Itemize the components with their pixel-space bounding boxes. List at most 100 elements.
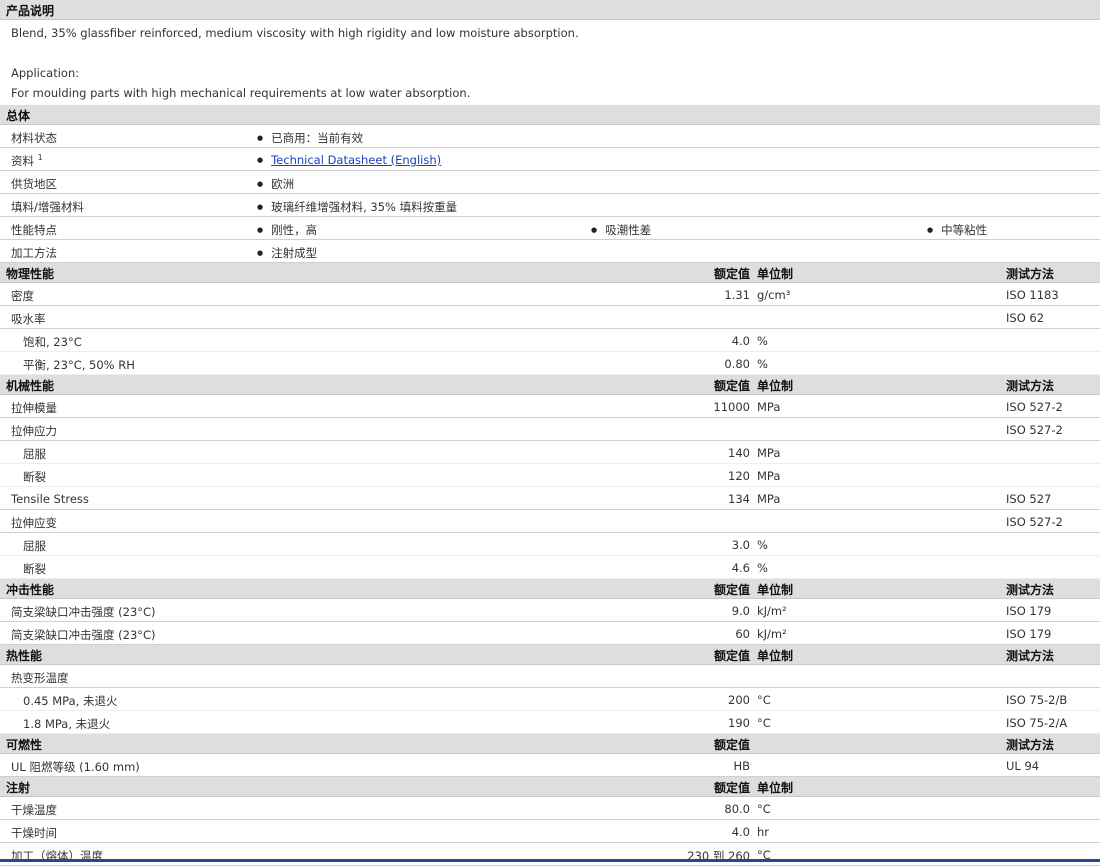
property-value: 4.0 bbox=[731, 825, 750, 839]
property-unit: % bbox=[757, 538, 768, 552]
nominal-header: 额定值 bbox=[713, 649, 750, 663]
property-row: 干燥温度 80.0 °C bbox=[0, 797, 1100, 820]
test-header: 测试方法 bbox=[1006, 738, 1055, 752]
property-row: 屈服 140 MPa bbox=[0, 441, 1100, 464]
property-name: 简支梁缺口冲击强度 (23°C) bbox=[11, 628, 156, 642]
unit-header: 单位制 bbox=[757, 649, 794, 663]
test-method: ISO 62 bbox=[1006, 311, 1045, 325]
property-name: 拉伸模量 bbox=[11, 401, 57, 415]
property-row: 饱和, 23°C 4.0% bbox=[0, 329, 1100, 352]
test-header: 测试方法 bbox=[1006, 267, 1055, 281]
property-value: 200 bbox=[728, 693, 750, 707]
property-row: 干燥时间 4.0 hr bbox=[0, 820, 1100, 843]
test-method: ISO 1183 bbox=[1006, 288, 1059, 302]
property-value: 1.31 bbox=[724, 288, 750, 302]
features-row: 性能特点 刚性，高 吸潮性差 中等粘性 bbox=[0, 217, 1100, 240]
section-title: 冲击性能 bbox=[6, 583, 55, 597]
property-unit: hr bbox=[757, 825, 770, 839]
property-unit: kJ/m² bbox=[757, 604, 787, 618]
property-name: 密度 bbox=[11, 289, 34, 303]
datasheet-bullet: Technical Datasheet (English) bbox=[257, 153, 441, 167]
test-method: ISO 179 bbox=[1006, 627, 1052, 641]
property-row: 断裂 120 MPa bbox=[0, 464, 1100, 487]
description-section-header: 产品说明 bbox=[0, 0, 1100, 20]
property-name: 0.45 MPa, 未退火 bbox=[23, 694, 118, 708]
property-row: 平衡, 23°C, 50% RH 0.80% bbox=[0, 352, 1100, 375]
row-label: 加工方法 bbox=[11, 246, 57, 260]
unit-header: 单位制 bbox=[757, 583, 794, 597]
property-unit: MPa bbox=[757, 492, 781, 506]
property-value: 4.6 bbox=[731, 561, 750, 575]
datasheet-link[interactable]: Technical Datasheet (English) bbox=[271, 153, 441, 167]
status-value: 已商用：当前有效 bbox=[257, 130, 363, 146]
region-row: 供货地区 欧洲 bbox=[0, 171, 1100, 194]
property-value: 190 bbox=[728, 716, 750, 730]
section-title: 可燃性 bbox=[6, 738, 43, 752]
region-value: 欧洲 bbox=[257, 176, 294, 192]
section-title: 热性能 bbox=[6, 649, 43, 663]
feature-item: 中等粘性 bbox=[927, 222, 987, 238]
property-value: 11000 bbox=[713, 400, 750, 414]
property-unit: % bbox=[757, 357, 768, 371]
row-label: 供货地区 bbox=[11, 177, 57, 191]
application-label: Application: bbox=[11, 66, 80, 80]
property-unit: °C bbox=[757, 693, 771, 707]
property-row: 断裂 4.6% bbox=[0, 556, 1100, 579]
status-row: 材料状态 已商用：当前有效 bbox=[0, 125, 1100, 148]
property-unit: g/cm³ bbox=[757, 288, 791, 302]
property-name: 拉伸应力 bbox=[11, 424, 57, 438]
test-method: ISO 527-2 bbox=[1006, 423, 1063, 437]
section-title: 机械性能 bbox=[6, 379, 55, 393]
property-row: 0.45 MPa, 未退火 200 °C ISO 75-2/B bbox=[0, 688, 1100, 711]
property-row: 拉伸应力 ISO 527-2 bbox=[0, 418, 1100, 441]
docs-row: 资料 1 Technical Datasheet (English) bbox=[0, 148, 1100, 171]
row-label: 资料 1 bbox=[11, 153, 43, 168]
nominal-header: 额定值 bbox=[713, 738, 750, 752]
property-name: 屈服 bbox=[23, 539, 46, 553]
unit-header: 单位制 bbox=[757, 379, 794, 393]
property-value: 60 bbox=[735, 627, 750, 641]
property-row: UL 阻燃等级 (1.60 mm) HB UL 94 bbox=[0, 754, 1100, 777]
section-title: 产品说明 bbox=[6, 4, 55, 18]
test-method: ISO 527 bbox=[1006, 492, 1052, 506]
property-value: 80.0 bbox=[724, 802, 750, 816]
property-row: 拉伸应变 ISO 527-2 bbox=[0, 510, 1100, 533]
property-name: 热变形温度 bbox=[11, 671, 69, 685]
property-name: 简支梁缺口冲击强度 (23°C) bbox=[11, 605, 156, 619]
property-value: 3.0 bbox=[731, 538, 750, 552]
property-unit: kJ/m² bbox=[757, 627, 787, 641]
process-value: 注射成型 bbox=[257, 245, 317, 261]
feature-item: 吸潮性差 bbox=[591, 222, 651, 238]
description-text: Blend, 35% glassfiber reinforced, medium… bbox=[11, 26, 579, 40]
property-name: 干燥温度 bbox=[11, 803, 57, 817]
unit-header: 单位制 bbox=[757, 267, 794, 281]
test-method: ISO 75-2/B bbox=[1006, 693, 1068, 707]
test-header: 测试方法 bbox=[1006, 583, 1055, 597]
property-value: 120 bbox=[728, 469, 750, 483]
section-title: 物理性能 bbox=[6, 267, 55, 281]
property-unit: °C bbox=[757, 716, 771, 730]
injection-section-header: 注射 额定值 单位制 bbox=[0, 777, 1100, 797]
property-value: 4.0 bbox=[731, 334, 750, 348]
property-row: 1.8 MPa, 未退火 190 °C ISO 75-2/A bbox=[0, 711, 1100, 734]
property-name: 断裂 bbox=[23, 470, 46, 484]
impact-section-header: 冲击性能 额定值 单位制 测试方法 bbox=[0, 579, 1100, 599]
description-block: Blend, 35% glassfiber reinforced, medium… bbox=[0, 20, 1100, 105]
property-row: 密度 1.31 g/cm³ ISO 1183 bbox=[0, 283, 1100, 306]
property-name: 饱和, 23°C bbox=[23, 335, 82, 349]
physical-section-header: 物理性能 额定值 单位制 测试方法 bbox=[0, 263, 1100, 283]
property-row: 屈服 3.0% bbox=[0, 533, 1100, 556]
flammability-section-header: 可燃性 额定值 测试方法 bbox=[0, 734, 1100, 754]
property-name: 屈服 bbox=[23, 447, 46, 461]
property-name: 断裂 bbox=[23, 562, 46, 576]
property-name: 1.8 MPa, 未退火 bbox=[23, 717, 111, 731]
property-value: 0.80 bbox=[724, 357, 750, 371]
property-row: 热变形温度 bbox=[0, 665, 1100, 688]
property-name: 干燥时间 bbox=[11, 826, 57, 840]
property-unit: % bbox=[757, 334, 768, 348]
property-value: HB bbox=[733, 759, 750, 773]
property-row: 加工（熔体）温度 230 到 260 °C bbox=[0, 843, 1100, 866]
nominal-header: 额定值 bbox=[713, 781, 750, 795]
property-name: 吸水率 bbox=[11, 312, 46, 326]
